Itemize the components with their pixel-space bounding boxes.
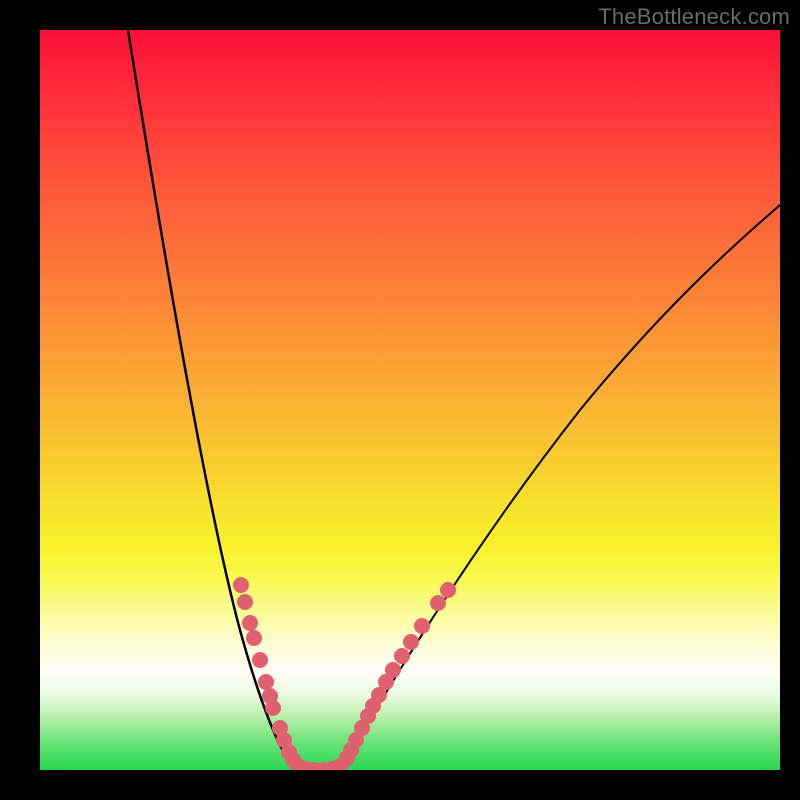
plot-area xyxy=(40,30,780,770)
data-dot xyxy=(430,595,446,611)
data-dot xyxy=(414,618,430,634)
data-dot xyxy=(394,648,410,664)
data-dot xyxy=(385,662,401,678)
data-dot xyxy=(403,634,419,650)
data-dot xyxy=(258,674,274,690)
data-dot xyxy=(233,577,249,593)
data-dot xyxy=(265,700,281,716)
data-dot xyxy=(440,582,456,598)
data-dot xyxy=(237,594,253,610)
left-curve xyxy=(128,30,325,770)
chart-frame: TheBottleneck.com xyxy=(0,0,800,800)
chart-svg xyxy=(40,30,780,770)
data-dot xyxy=(252,652,268,668)
dots-layer xyxy=(233,577,456,770)
data-dot xyxy=(246,630,262,646)
data-dot xyxy=(242,615,258,631)
watermark-text: TheBottleneck.com xyxy=(598,4,790,30)
